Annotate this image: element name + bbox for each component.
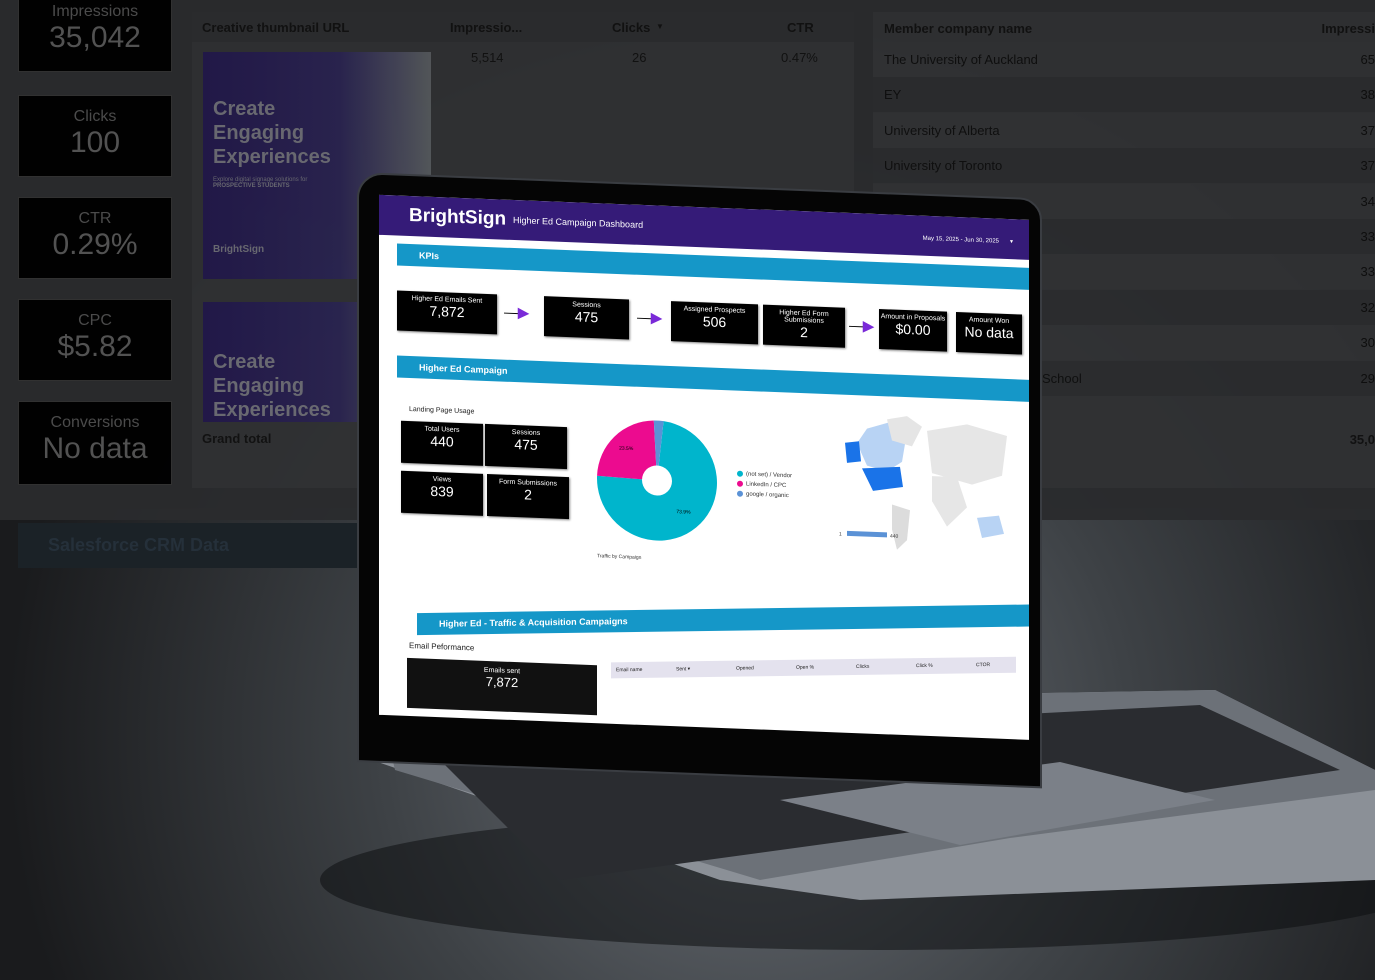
kpi-card: Sessions 475 — [544, 296, 629, 340]
arrow-right-icon: —▶ — [849, 316, 874, 334]
campaign-band: Higher Ed Campaign — [397, 355, 1029, 402]
column-header[interactable]: Clicks — [856, 664, 869, 670]
emails-sent-card: Emails sent 7,872 — [407, 657, 597, 716]
kpi-value: 475 — [514, 436, 538, 453]
laptop-screen-bezel: BrightSign Higher Ed Campaign Dashboard … — [357, 172, 1042, 789]
legend-label: LinkedIn / CPC — [746, 481, 787, 490]
column-header[interactable]: Email name — [616, 667, 642, 673]
column-header[interactable]: Open % — [796, 665, 814, 671]
traffic-band: Higher Ed - Traffic & Acquisition Campai… — [417, 604, 1029, 636]
brightsign-logo: BrightSign — [409, 204, 507, 230]
map-legend-max: 440 — [890, 533, 899, 539]
legend-swatch-icon — [737, 490, 743, 497]
legend-label: google / organic — [746, 491, 789, 500]
laptop-screen: BrightSign Higher Ed Campaign Dashboard … — [379, 194, 1029, 740]
pie-caption: Traffic by Campaign — [597, 553, 642, 561]
column-header[interactable]: Sent ▾ — [676, 666, 690, 672]
email-title: Email Peformance — [409, 640, 475, 653]
landing-card: Sessions 475 — [485, 423, 567, 470]
arrow-right-icon: —▶ — [504, 303, 529, 321]
kpi-value: 440 — [430, 432, 454, 450]
kpi-value: No data — [964, 323, 1014, 342]
world-map: 1 440 — [839, 416, 1007, 550]
landing-card: Views 839 — [401, 470, 483, 516]
pie-label: 73.9% — [676, 509, 691, 516]
kpi-value: 475 — [574, 308, 599, 326]
kpi-card: Amount in Proposals $0.00 — [879, 309, 947, 352]
landing-title: Landing Page Usage — [409, 405, 475, 416]
pie-label: 23.5% — [619, 446, 634, 453]
landing-card: Total Users 440 — [401, 420, 483, 466]
kpi-card: Assigned Prospects 506 — [671, 301, 758, 345]
kpi-card: Amount Won No data — [956, 312, 1022, 355]
kpi-value: 2 — [800, 324, 808, 341]
arrow-right-icon: —▶ — [637, 308, 662, 326]
kpi-value: $0.00 — [895, 320, 931, 339]
date-range-picker[interactable]: May 15, 2025 - Jun 30, 2025 — [923, 236, 999, 245]
legend-swatch-icon — [737, 470, 743, 477]
legend-item[interactable]: (not set) / Vendor — [737, 470, 793, 480]
column-header[interactable]: CTOR — [976, 662, 990, 668]
legend-swatch-icon — [737, 480, 743, 487]
dashboard-title: Higher Ed Campaign Dashboard — [513, 214, 644, 230]
map-legend-min: 1 — [839, 532, 842, 538]
legend-item[interactable]: LinkedIn / CPC — [737, 480, 787, 490]
pie-chart: 73.9% 23.5% — [597, 420, 717, 541]
chevron-down-icon[interactable]: ▾ — [1010, 238, 1013, 245]
column-header[interactable]: Click % — [916, 663, 933, 669]
kpi-card: Higher Ed Form Submissions 2 — [763, 304, 845, 348]
kpi-value: 2 — [524, 486, 532, 503]
kpi-value: 506 — [702, 313, 727, 331]
column-header[interactable]: Opened — [736, 665, 754, 671]
email-table-header: Email name Sent ▾ Opened Open % Clicks Click … — [611, 656, 1016, 679]
kpi-card: Higher Ed Emails Sent 7,872 — [397, 290, 497, 335]
legend-item[interactable]: google / organic — [737, 490, 789, 500]
legend-label: (not set) / Vendor — [746, 471, 793, 480]
kpi-value: 839 — [430, 482, 454, 500]
landing-card: Form Submissions 2 — [487, 473, 569, 520]
